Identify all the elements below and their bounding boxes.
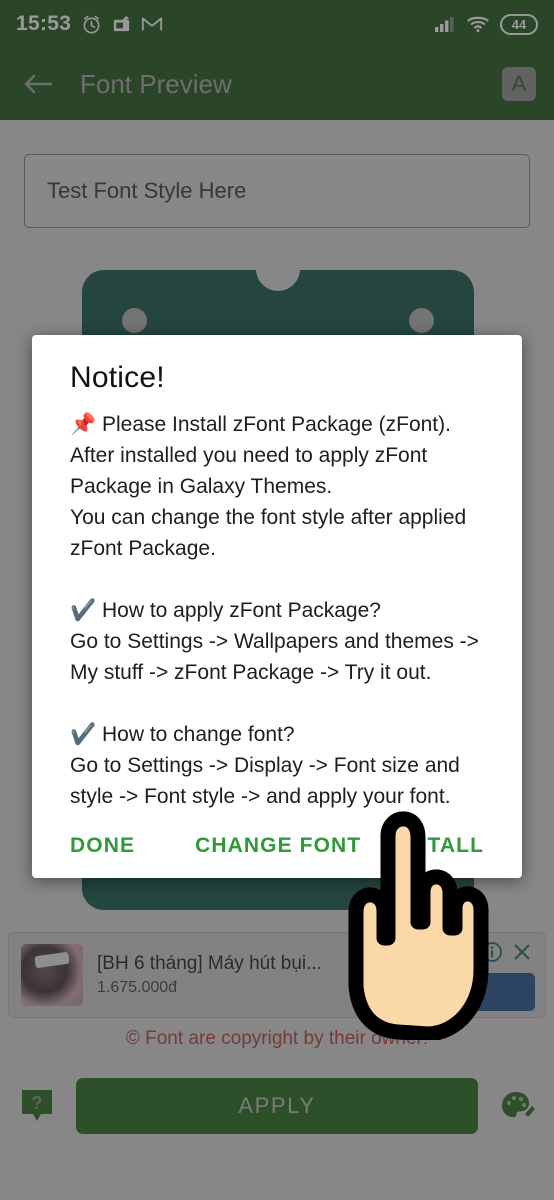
copyright-notice: © Font are copyright by their owner! [125,1028,429,1049]
svg-text:?: ? [32,1093,43,1113]
dialog-body: 📌 Please Install zFont Package (zFont). … [70,409,484,812]
phone-screen: Test Font Style Here [BH 6 tháng] Máy hú… [0,0,554,1200]
dialog-paragraph-1: 📌 Please Install zFont Package (zFont). [70,413,451,436]
apply-button-label: APPLY [238,1093,316,1118]
ad-thumbnail-image [21,944,83,1006]
ad-text-block: [BH 6 tháng] Máy hút bụi... 1.675.000đ [97,953,322,997]
ad-banner[interactable]: [BH 6 tháng] Máy hút bụi... 1.675.000đ M… [8,932,546,1018]
status-bar-notification-icons [81,14,163,35]
ad-cta-label: Mở [457,981,485,1002]
dialog-spacer-2 [70,688,484,719]
dialog-section-1-heading: ✔️ How to apply zFont Package? [70,599,381,622]
battery-indicator: 44 [500,13,538,35]
screenshot-icon [114,15,130,31]
dialog-section-1-body: Go to Settings -> Wallpapers and themes … [70,630,479,684]
info-icon[interactable] [481,941,503,963]
done-button[interactable]: DONE [70,834,135,858]
palette-icon[interactable] [498,1087,536,1125]
font-size-button-label: A [511,71,527,96]
signal-icon [435,17,454,32]
close-icon[interactable] [511,941,533,963]
gmail-icon [142,17,163,31]
ad-cta-button[interactable]: Mở [407,973,535,1011]
battery-level: 44 [511,16,527,32]
card-notch [256,270,300,291]
dialog-paragraph-2: After installed you need to apply zFont … [70,444,428,498]
ad-title: [BH 6 tháng] Máy hút bụi... [97,953,322,974]
dialog-title: Notice! [70,361,165,394]
status-bar: 15:53 44 [0,0,554,48]
card-hole-right [409,308,434,333]
dialog-section-2-body: Go to Settings -> Display -> Font size a… [70,754,460,808]
change-font-button[interactable]: CHANGE FONT [195,834,361,858]
font-preview-input[interactable]: Test Font Style Here [24,154,530,228]
status-bar-system-icons: 44 [434,13,538,35]
page-title: Font Preview [80,68,232,99]
back-button[interactable] [18,64,58,104]
status-bar-clock: 15:53 [16,12,72,35]
font-size-button[interactable]: A [502,67,536,101]
card-hole-left [122,308,147,333]
alarm-icon [83,15,100,33]
app-bar: Font Preview A [0,48,554,120]
question-badge-icon[interactable]: ? [18,1087,56,1125]
ad-controls[interactable] [481,941,533,963]
dialog-spacer-1 [70,564,484,595]
apply-button[interactable]: APPLY [76,1078,478,1134]
dialog-actions: DONE CHANGE FONT INSTALL [70,812,484,878]
install-button[interactable]: INSTALL [389,834,484,858]
ad-price: 1.675.000đ [97,979,178,996]
bottom-action-bar: ? APPLY [0,1064,554,1148]
wifi-icon [467,16,489,33]
dialog-paragraph-3: You can change the font style after appl… [70,506,467,560]
dialog-section-2-heading: ✔️ How to change font? [70,723,295,746]
font-preview-input-value: Test Font Style Here [47,178,247,203]
back-arrow-icon [24,74,53,94]
notice-dialog: Notice! 📌 Please Install zFont Package (… [32,335,522,878]
